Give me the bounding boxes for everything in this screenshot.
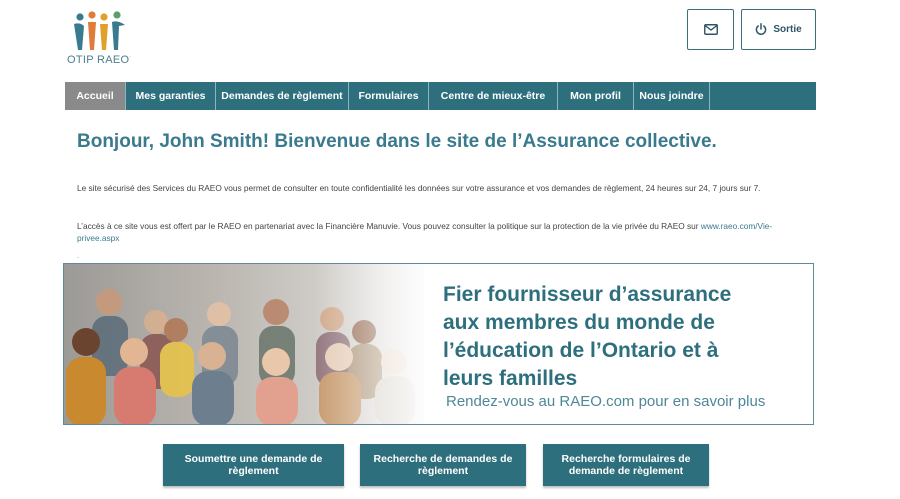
banner-title-line: Fier fournisseur d’assurance [443,283,732,306]
nav-item-accueil[interactable]: Accueil [65,82,126,110]
nav-item-demandes-de-reglement[interactable]: Demandes de règlement [216,82,349,110]
nav-item-centre-de-mieux-etre[interactable]: Centre de mieux-être [429,82,558,110]
privacy-paragraph: L’accès à ce site vous est offert par le… [77,221,777,244]
banner-title-line: aux membres du monde de [443,311,715,334]
power-icon [756,23,767,35]
nav-item-mes-garanties[interactable]: Mes garanties [126,82,216,110]
search-claims-button[interactable]: Recherche de demandes de règlement [360,444,526,486]
logo-text: OTIP RAEO· [67,54,132,66]
mail-button[interactable] [687,9,734,50]
banner-title: Fier fournisseur d’assurance aux membres… [443,281,731,393]
intro-paragraph: Le site sécurisé des Services du RAEO vo… [77,183,761,193]
exit-button[interactable]: Sortie [741,9,816,50]
photo-fade [314,264,424,424]
exit-button-label: Sortie [773,24,802,35]
nav-item-formulaires[interactable]: Formulaires [349,82,429,110]
submit-claim-button[interactable]: Soumettre une demande de règlement [163,444,344,486]
group-photo [64,264,424,424]
search-forms-button[interactable]: Recherche formulaires de demande de règl… [543,444,709,486]
promo-banner[interactable]: Fier fournisseur d’assurance aux membres… [63,263,814,425]
nav-item-mon-profil[interactable]: Mon profil [558,82,634,110]
envelope-icon [703,24,718,35]
nav-item-empty [710,82,816,110]
banner-title-line: leurs familles [443,367,578,390]
page-title: Bonjour, John Smith! Bienvenue dans le s… [77,131,717,152]
main-nav: Accueil Mes garanties Demandes de règlem… [65,82,816,110]
banner-title-line: l’éducation de l’Ontario et à [443,339,719,362]
otip-logo[interactable]: OTIP RAEO· [67,10,137,68]
stray-dot: . [77,251,80,260]
people-figures-logo-icon [74,11,125,50]
privacy-text: L’accès à ce site vous est offert par le… [77,221,701,231]
nav-item-nous-joindre[interactable]: Nous joindre [634,82,710,110]
banner-subtitle: Rendez-vous au RAEO.com pour en savoir p… [446,393,766,410]
